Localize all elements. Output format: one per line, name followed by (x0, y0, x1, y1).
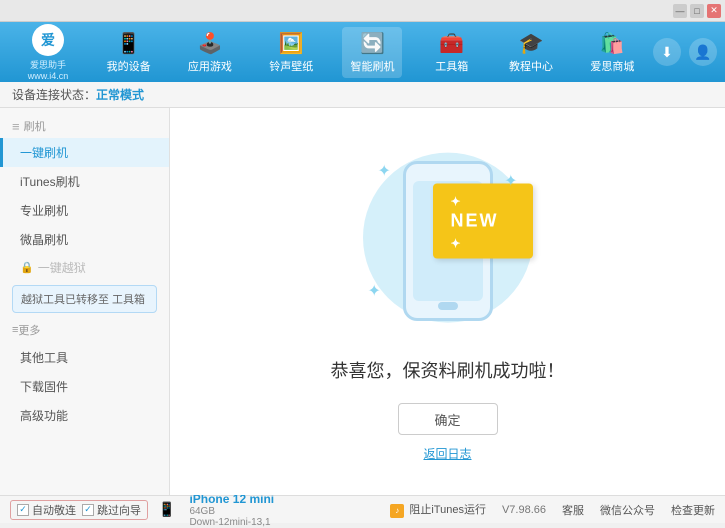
sparkle-3: ✦ (368, 281, 381, 301)
flash-section-icon: ≡ (12, 119, 20, 134)
status-value: 正常模式 (96, 86, 144, 103)
return-link[interactable]: 返回日志 (423, 445, 471, 462)
nav-item-tutorial[interactable]: 🎓 教程中心 (501, 27, 561, 78)
window-controls: — □ ✕ (673, 4, 721, 18)
device-icon: 📱 (158, 501, 175, 518)
ringtone-label: 铃声壁纸 (269, 58, 313, 74)
skip-wizard-label: 跳过向导 (97, 502, 141, 518)
jailbreak-label: 一键越狱 (38, 259, 86, 276)
nav-item-shop[interactable]: 🛍️ 爱思商城 (582, 27, 642, 78)
ringtone-icon: 🖼️ (279, 31, 304, 56)
repair-flash-label: 微晶刷机 (20, 233, 68, 247)
nav-item-ringtone[interactable]: 🖼️ 铃声壁纸 (261, 27, 321, 78)
nav-item-app-games[interactable]: 🕹️ 应用游戏 (180, 27, 240, 78)
success-illustration: NEW ✦ ✦ ✦ (348, 141, 548, 341)
sparkle-1: ✦ (378, 161, 391, 181)
content-area: NEW ✦ ✦ ✦ 恭喜您，保资料刷机成功啦！ 确定 返回日志 (170, 108, 725, 495)
nav-right: ⬇ 👤 (653, 38, 717, 66)
my-device-icon: 📱 (116, 31, 141, 56)
nav-item-toolbox[interactable]: 🧰 工具箱 (424, 27, 480, 78)
my-device-label: 我的设备 (107, 58, 151, 74)
device-storage: 64GB (189, 506, 274, 517)
sidebar-item-other-tools[interactable]: 其他工具 (0, 343, 169, 372)
device-info: iPhone 12 mini 64GB Down-12mini-13,1 (189, 492, 274, 528)
itunes-flash-label: iTunes刷机 (20, 175, 80, 189)
skip-wizard-checkbox[interactable]: ✓ 跳过向导 (82, 502, 141, 518)
shop-icon: 🛍️ (600, 31, 625, 56)
more-section-label: 更多 (18, 322, 40, 338)
auto-connect-checkbox[interactable]: ✓ 自动敬连 (17, 502, 76, 518)
app-games-icon: 🕹️ (197, 31, 222, 56)
success-text: 恭喜您，保资料刷机成功啦！ (331, 357, 565, 383)
advanced-label: 高级功能 (20, 409, 68, 423)
flash-section-title: ≡ 刷机 (0, 114, 169, 138)
toolbox-label: 工具箱 (435, 58, 468, 74)
check-update-link[interactable]: 检查更新 (671, 502, 715, 518)
sidebar-item-advanced[interactable]: 高级功能 (0, 401, 169, 430)
sidebar-item-itunes-flash[interactable]: iTunes刷机 (0, 167, 169, 196)
sidebar: ≡ 刷机 一键刷机 iTunes刷机 专业刷机 微晶刷机 🔒 一键越狱 越狱工具… (0, 108, 170, 495)
auto-connect-label: 自动敬连 (32, 502, 76, 518)
wechat-public-link[interactable]: 微信公众号 (600, 502, 655, 518)
download-firmware-label: 下载固件 (20, 380, 68, 394)
sidebar-item-pro-flash[interactable]: 专业刷机 (0, 196, 169, 225)
pro-flash-label: 专业刷机 (20, 204, 68, 218)
status-label: 设备连接状态： (12, 86, 96, 103)
sidebar-item-one-click-flash[interactable]: 一键刷机 (0, 138, 169, 167)
sparkle-2: ✦ (504, 171, 517, 191)
other-tools-label: 其他工具 (20, 351, 68, 365)
user-button[interactable]: 👤 (689, 38, 717, 66)
sidebar-item-repair-flash[interactable]: 微晶刷机 (0, 225, 169, 254)
one-click-flash-label: 一键刷机 (20, 146, 68, 160)
auto-connect-check-icon: ✓ (17, 504, 29, 516)
nav-item-smart-flash[interactable]: 🔄 智能刷机 (342, 27, 402, 78)
tutorial-icon: 🎓 (519, 31, 544, 56)
status-bar: 设备连接状态： 正常模式 (0, 82, 725, 108)
logo: 爱 爱思助手 www.i4.cn (8, 24, 88, 81)
confirm-button[interactable]: 确定 (398, 403, 498, 435)
logo-subtext: www.i4.cn (28, 71, 69, 81)
nav-items: 📱 我的设备 🕹️ 应用游戏 🖼️ 铃声壁纸 🔄 智能刷机 🧰 工具箱 🎓 教程… (88, 27, 653, 78)
bottom-bar: ✓ 自动敬连 ✓ 跳过向导 📱 iPhone 12 mini 64GB Down… (0, 495, 725, 523)
download-button[interactable]: ⬇ (653, 38, 681, 66)
itunes-status-text: 阻止iTunes运行 (409, 504, 486, 516)
checkbox-area: ✓ 自动敬连 ✓ 跳过向导 (10, 500, 148, 520)
close-button[interactable]: ✕ (707, 4, 721, 18)
main-area: ≡ 刷机 一键刷机 iTunes刷机 专业刷机 微晶刷机 🔒 一键越狱 越狱工具… (0, 108, 725, 495)
shop-label: 爱思商城 (590, 58, 634, 74)
minimize-button[interactable]: — (673, 4, 687, 18)
info-box: 越狱工具已转移至 工具箱 (12, 285, 157, 313)
info-box-text: 越狱工具已转移至 工具箱 (21, 294, 145, 306)
more-section-title: ≡ 更多 (0, 317, 169, 343)
logo-icon: 爱 (32, 24, 64, 56)
nav-item-my-device[interactable]: 📱 我的设备 (99, 27, 159, 78)
itunes-icon: ♪ (390, 504, 404, 518)
phone-home-button (438, 302, 458, 310)
flash-section-label: 刷机 (24, 118, 46, 134)
new-banner: NEW (433, 184, 533, 259)
maximize-button[interactable]: □ (690, 4, 704, 18)
customer-service-link[interactable]: 客服 (562, 502, 584, 518)
bottom-right: ♪ 阻止iTunes运行 V7.98.66 客服 微信公众号 检查更新 (390, 501, 715, 518)
app-games-label: 应用游戏 (188, 58, 232, 74)
smart-flash-icon: 🔄 (360, 31, 385, 56)
device-model: Down-12mini-13,1 (189, 517, 274, 528)
skip-wizard-check-icon: ✓ (82, 504, 94, 516)
itunes-status: ♪ 阻止iTunes运行 (390, 501, 486, 518)
nav-bar: 爱 爱思助手 www.i4.cn 📱 我的设备 🕹️ 应用游戏 🖼️ 铃声壁纸 … (0, 22, 725, 82)
lock-icon: 🔒 (20, 261, 34, 274)
sidebar-item-download-firmware[interactable]: 下载固件 (0, 372, 169, 401)
tutorial-label: 教程中心 (509, 58, 553, 74)
smart-flash-label: 智能刷机 (350, 58, 394, 74)
logo-text: 爱思助手 (30, 58, 66, 71)
sidebar-item-jailbreak-disabled: 🔒 一键越狱 (0, 254, 169, 281)
toolbox-icon: 🧰 (439, 31, 464, 56)
version-text: V7.98.66 (502, 504, 546, 516)
title-bar: — □ ✕ (0, 0, 725, 22)
